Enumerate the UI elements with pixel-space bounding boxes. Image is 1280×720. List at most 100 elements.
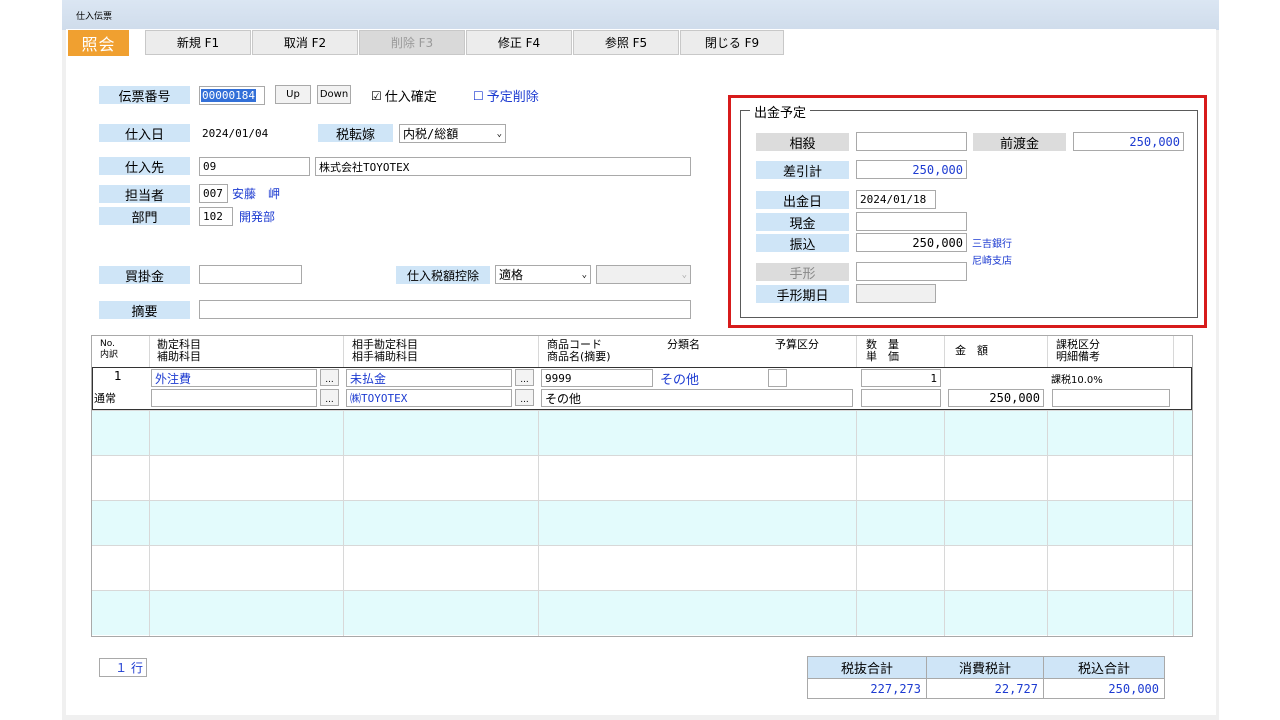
account-field[interactable]: 外注費 xyxy=(151,369,317,387)
contra-account-lookup-button[interactable]: ... xyxy=(515,369,534,386)
header-account-line2: 補助科目 xyxy=(157,350,201,363)
tax-class: 課税10.0% xyxy=(1051,375,1103,386)
row-count: １ 行 xyxy=(99,658,147,677)
grid-column-divider xyxy=(343,410,344,636)
transfer-field[interactable]: 250,000 xyxy=(856,233,967,252)
header-no-line2: 内訳 xyxy=(100,350,119,360)
unit-price-field[interactable] xyxy=(861,389,941,407)
header-qty-line2: 単 価 xyxy=(866,350,899,363)
chevron-down-icon: ⌄ xyxy=(581,269,587,280)
supplier-name-field[interactable]: 株式会社TOYOTEX xyxy=(315,157,691,176)
grid-column-divider xyxy=(1047,410,1048,636)
delete-button[interactable]: 削除 F3 xyxy=(359,30,465,55)
tax-deduct-sub-select[interactable]: ⌄ xyxy=(596,265,691,284)
memo-field[interactable] xyxy=(199,300,691,319)
subtotal-label: 税抜合計 xyxy=(808,657,927,678)
net-total-field[interactable]: 250,000 xyxy=(856,160,967,179)
row-number: 1 xyxy=(114,369,122,383)
voucher-no-field[interactable]: 00000184 xyxy=(199,86,265,105)
grid-column-divider xyxy=(1173,410,1174,636)
voucher-no-label: 伝票番号 xyxy=(99,86,190,105)
subtotal-value: 227,273 xyxy=(808,679,927,699)
header-qty: 数 量単 価 xyxy=(866,339,899,363)
item-code-field[interactable]: 9999 xyxy=(541,369,653,387)
new-button[interactable]: 新規 F1 xyxy=(145,30,251,55)
header-item: 商品コード 商品名(摘要) xyxy=(547,339,611,363)
amount-field[interactable]: 250,000 xyxy=(948,389,1044,407)
grid-empty-row[interactable] xyxy=(92,455,1192,500)
contra-sub-account-field[interactable]: ㈱TOYOTEX xyxy=(346,389,512,407)
grid-empty-row[interactable] xyxy=(92,500,1192,545)
bill-label: 手形 xyxy=(756,263,849,282)
advance-field[interactable]: 250,000 xyxy=(1073,132,1184,151)
bill-due-field[interactable] xyxy=(856,284,936,303)
reference-button[interactable]: 参照 F5 xyxy=(573,30,679,55)
title-bar xyxy=(62,0,1219,30)
contra-sub-lookup-button[interactable]: ... xyxy=(515,389,534,406)
bank-name: 三吉銀行 xyxy=(972,239,1012,250)
dept-name: 開発部 xyxy=(239,210,276,224)
window-title: 仕入伝票 xyxy=(76,12,113,22)
sub-account-field[interactable] xyxy=(151,389,317,407)
edit-button[interactable]: 修正 F4 xyxy=(466,30,572,55)
cash-label: 現金 xyxy=(756,213,849,232)
row-type: 通常 xyxy=(94,392,116,405)
checkbox-unchecked-icon: ☐ xyxy=(473,88,484,103)
header-contra-line2: 相手補助科目 xyxy=(352,350,418,363)
staff-label: 担当者 xyxy=(99,185,190,204)
tax-deduct-value: 適格 xyxy=(499,268,524,282)
branch-name: 尼崎支店 xyxy=(972,256,1012,267)
dept-code-field[interactable]: 102 xyxy=(199,207,233,226)
grand-total-value: 250,000 xyxy=(1108,682,1159,696)
tax-transfer-select[interactable]: 内税/総額 ⌄ xyxy=(399,124,506,143)
staff-name: 安藤 岬 xyxy=(232,187,281,201)
tax-deduct-select[interactable]: 適格 ⌄ xyxy=(495,265,591,284)
header-amount: 金 額 xyxy=(955,344,988,357)
cash-field[interactable] xyxy=(856,212,967,231)
tax-transfer-value: 内税/総額 xyxy=(403,127,459,141)
offset-label: 相殺 xyxy=(756,133,849,152)
grid-empty-row[interactable] xyxy=(92,590,1192,635)
payment-date-field[interactable]: 2024/01/18 xyxy=(856,190,936,209)
cancel-button[interactable]: 取消 F2 xyxy=(252,30,358,55)
header-contra-account: 相手勘定科目 相手補助科目 xyxy=(352,339,418,363)
header-no-line1: No. xyxy=(100,339,115,349)
close-button[interactable]: 閉じる F9 xyxy=(680,30,784,55)
payable-field[interactable] xyxy=(199,265,302,284)
tax-transfer-label: 税転嫁 xyxy=(318,124,393,143)
grid-empty-row[interactable] xyxy=(92,410,1192,455)
transfer-label: 振込 xyxy=(756,234,849,253)
supplier-code-field[interactable]: 09 xyxy=(199,157,310,176)
net-total-label: 差引計 xyxy=(756,161,849,180)
payment-group-title: 出金予定 xyxy=(750,102,811,121)
payment-date-label: 出金日 xyxy=(756,191,849,210)
sub-account-lookup-button[interactable]: ... xyxy=(320,389,339,406)
offset-field[interactable] xyxy=(856,132,967,151)
tax-total-label: 消費税計 xyxy=(927,657,1044,678)
up-button[interactable]: Up xyxy=(275,85,311,104)
bill-field[interactable] xyxy=(856,262,967,281)
purchase-date-field[interactable]: 2024/01/04 xyxy=(199,124,283,143)
grid-column-divider xyxy=(149,410,150,636)
staff-code-field[interactable]: 007 xyxy=(199,184,228,203)
grid-empty-row[interactable] xyxy=(92,545,1192,590)
chevron-down-icon: ⌄ xyxy=(496,128,502,139)
tax-deduct-label: 仕入税額控除 xyxy=(396,266,490,284)
payable-label: 買掛金 xyxy=(99,266,190,285)
item-name-field[interactable]: その他 xyxy=(541,389,853,407)
down-button[interactable]: Down xyxy=(317,85,351,104)
planned-delete-checkbox[interactable]: ☐ 予定削除 xyxy=(473,86,539,106)
quantity-field[interactable]: 1 xyxy=(861,369,941,387)
budget-field[interactable] xyxy=(768,369,787,387)
account-lookup-button[interactable]: ... xyxy=(320,369,339,386)
mode-indicator: 照会 xyxy=(68,30,129,56)
contra-account-field[interactable]: 未払金 xyxy=(346,369,512,387)
purchase-confirm-checkbox[interactable]: ☑ 仕入確定 xyxy=(371,86,437,106)
header-account: 勘定科目 補助科目 xyxy=(157,339,201,363)
row-note-field[interactable] xyxy=(1052,389,1170,407)
header-tax: 課税区分 明細備考 xyxy=(1056,339,1100,363)
checkbox-checked-icon: ☑ xyxy=(371,88,382,103)
bill-due-label: 手形期日 xyxy=(756,285,849,304)
category-name: その他 xyxy=(660,372,700,388)
purchase-date-label: 仕入日 xyxy=(99,124,190,143)
